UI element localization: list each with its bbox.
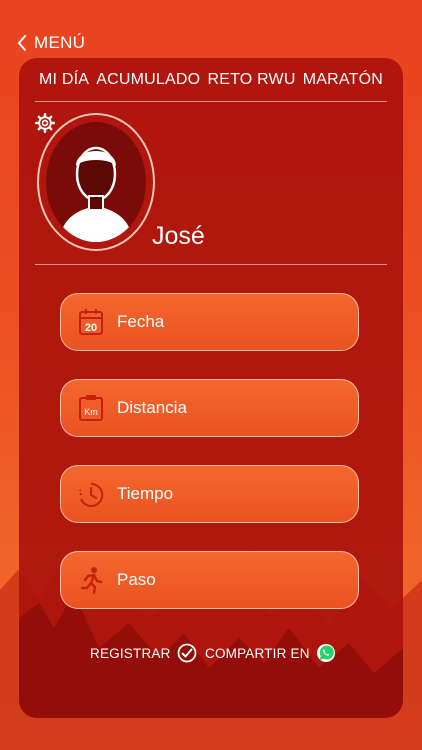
svg-text:Km: Km xyxy=(84,407,98,417)
distance-field-label: Distancia xyxy=(117,398,187,417)
tab-mi-dia[interactable]: MI DÍA xyxy=(39,71,89,89)
date-field-label: Fecha xyxy=(117,312,165,331)
pace-field-label: Paso xyxy=(117,570,156,589)
share-label: COMPARTIR EN xyxy=(205,645,310,661)
calendar-icon: 20 xyxy=(79,309,103,335)
timer-icon xyxy=(79,482,104,507)
tab-divider xyxy=(35,101,387,102)
whatsapp-icon xyxy=(316,644,335,662)
avatar[interactable] xyxy=(37,113,155,251)
pace-field-button[interactable]: Paso xyxy=(60,551,359,609)
date-field-button[interactable]: 20 Fecha xyxy=(60,293,359,351)
svg-text:20: 20 xyxy=(85,322,97,334)
tab-maraton[interactable]: MARATÓN xyxy=(303,71,383,89)
time-field-label: Tiempo xyxy=(117,484,174,503)
register-label: REGISTRAR xyxy=(90,645,171,661)
time-field-button[interactable]: Tiempo xyxy=(60,465,359,523)
back-to-menu-button[interactable]: MENÚ xyxy=(16,28,85,58)
tab-acumulado[interactable]: ACUMULADO xyxy=(96,71,200,89)
profile-card: MI DÍA ACUMULADO RETO RWU MARATÓN José 2… xyxy=(19,58,403,718)
back-label: MENÚ xyxy=(34,33,86,52)
check-circle-icon xyxy=(177,643,196,663)
user-name: José xyxy=(152,222,205,250)
distance-field-button[interactable]: Km Distancia xyxy=(60,379,359,437)
chevron-left-icon xyxy=(17,35,26,51)
share-whatsapp-button[interactable]: COMPARTIR EN xyxy=(205,643,336,663)
user-silhouette-icon xyxy=(60,146,132,242)
action-footer: REGISTRAR COMPARTIR EN xyxy=(19,640,403,666)
profile-divider xyxy=(35,264,387,265)
tab-bar: MI DÍA ACUMULADO RETO RWU MARATÓN xyxy=(19,58,403,102)
distance-clipboard-icon: Km xyxy=(79,395,103,421)
register-button[interactable]: REGISTRAR xyxy=(90,643,197,663)
runner-icon xyxy=(80,567,103,594)
tab-reto-rwu[interactable]: RETO RWU xyxy=(207,71,295,89)
